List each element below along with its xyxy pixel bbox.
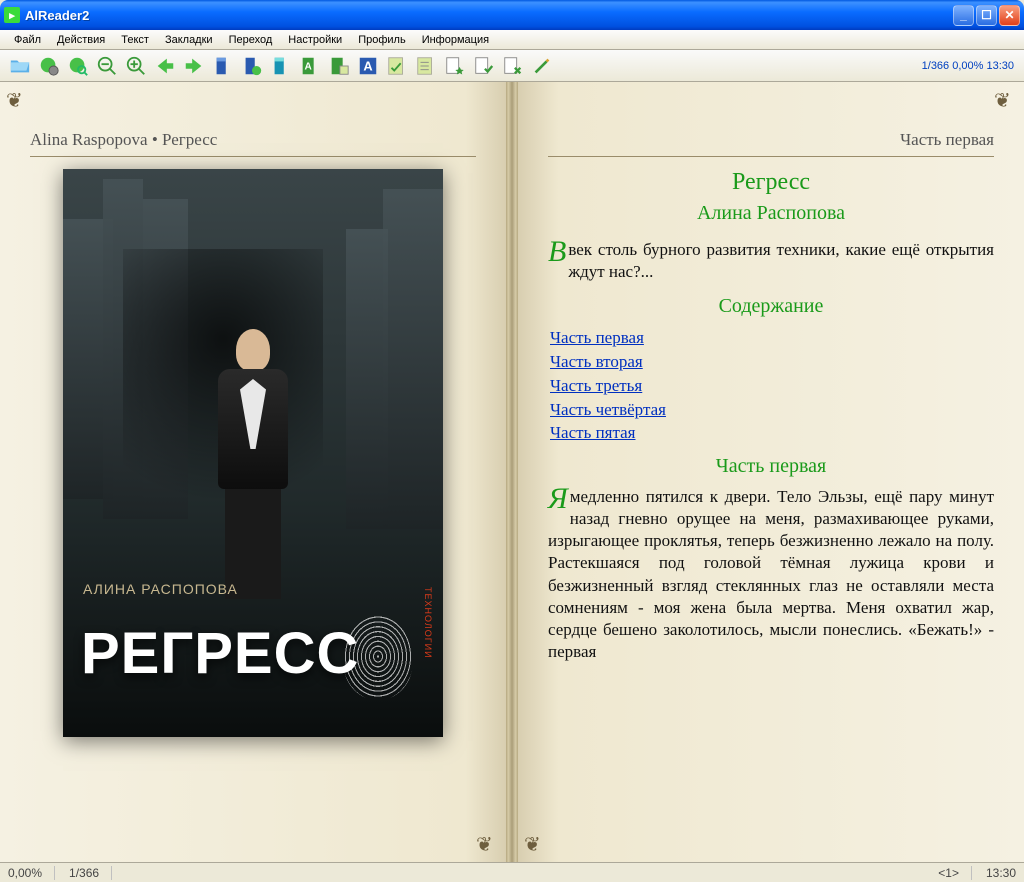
globe-gear-icon[interactable] (35, 52, 63, 80)
dropcap: В (548, 239, 566, 265)
app-title: AlReader2 (25, 8, 953, 23)
pencil-icon[interactable] (528, 52, 556, 80)
toc-link[interactable]: Часть вторая (550, 350, 994, 374)
ornament-icon: ❦ (476, 832, 500, 856)
globe-search-icon[interactable] (64, 52, 92, 80)
left-page: ❦ ❦ Alina Raspopova • Регресс АЛИНА РАСП… (0, 82, 506, 862)
font-a-icon[interactable]: A (354, 52, 382, 80)
menu-goto[interactable]: Переход (221, 32, 281, 48)
ornament-icon: ❦ (6, 88, 30, 112)
status-page: 1/366 (69, 866, 112, 880)
right-page-header: Часть первая (548, 130, 994, 157)
body-paragraph: Я медленно пятился к двери. Тело Эльзы, … (548, 486, 994, 663)
close-button[interactable]: ✕ (999, 5, 1020, 26)
app-icon: ▸ (4, 7, 20, 23)
menu-text[interactable]: Текст (113, 32, 157, 48)
open-folder-icon[interactable] (6, 52, 34, 80)
zoom-out-icon[interactable] (93, 52, 121, 80)
arrow-right-icon[interactable] (180, 52, 208, 80)
section-heading: Часть первая (548, 455, 994, 478)
maximize-button[interactable]: ☐ (976, 5, 997, 26)
doc-x-icon[interactable] (499, 52, 527, 80)
toc-link[interactable]: Часть первая (550, 326, 994, 350)
status-time: 13:30 (986, 866, 1016, 880)
toolbar-status: 1/366 0,00% 13:30 (922, 60, 1018, 72)
zoom-in-icon[interactable] (122, 52, 150, 80)
cover-author: АЛИНА РАСПОПОВА (83, 581, 238, 597)
status-marker: <1> (938, 866, 972, 880)
intro-paragraph: В век столь бурного развития техники, ка… (548, 239, 994, 283)
menu-actions[interactable]: Действия (49, 32, 113, 48)
svg-text:A: A (305, 61, 313, 72)
book-cover: АЛИНА РАСПОПОВА РЕГРЕСС ТЕХНОЛОГИИ (63, 169, 443, 737)
left-page-header: Alina Raspopova • Регресс (30, 130, 476, 157)
cover-side-text: ТЕХНОЛОГИИ (421, 587, 433, 677)
book-title: Регресс (548, 169, 994, 196)
note-icon[interactable] (412, 52, 440, 80)
arrow-left-icon[interactable] (151, 52, 179, 80)
status-percent: 0,00% (8, 866, 55, 880)
menu-bookmarks[interactable]: Закладки (157, 32, 221, 48)
toc-heading: Содержание (548, 295, 994, 318)
bookmark-blue-icon[interactable] (209, 52, 237, 80)
book-spine (506, 82, 518, 862)
intro-text: век столь бурного развития техники, каки… (568, 240, 994, 281)
doc-star-icon[interactable] (441, 52, 469, 80)
svg-text:A: A (363, 58, 372, 73)
status-bar: 0,00% 1/366 <1> 13:30 (0, 862, 1024, 882)
book-author: Алина Распопова (548, 202, 994, 225)
minimize-button[interactable]: _ (953, 5, 974, 26)
table-of-contents: Часть первая Часть вторая Часть третья Ч… (550, 326, 994, 445)
ornament-icon: ❦ (524, 832, 548, 856)
right-page: ❦ ❦ Часть первая Регресс Алина Распопова… (518, 82, 1024, 862)
ornament-icon: ❦ (994, 88, 1018, 112)
dropcap: Я (548, 486, 568, 512)
toc-link[interactable]: Часть третья (550, 374, 994, 398)
title-bar: ▸ AlReader2 _ ☐ ✕ (0, 0, 1024, 30)
menu-file[interactable]: Файл (6, 32, 49, 48)
book-view[interactable]: ❦ ❦ Alina Raspopova • Регресс АЛИНА РАСП… (0, 82, 1024, 862)
fingerprint-icon (343, 614, 413, 699)
cover-title: РЕГРЕСС (81, 620, 359, 687)
body-text: медленно пятился к двери. Тело Эльзы, ещ… (548, 487, 994, 661)
note-check-icon[interactable] (383, 52, 411, 80)
menu-profile[interactable]: Профиль (350, 32, 414, 48)
bookmark-a-icon[interactable]: A (296, 52, 324, 80)
doc-check-icon[interactable] (470, 52, 498, 80)
bookmark-green-icon[interactable] (238, 52, 266, 80)
bookmark-toggle-icon[interactable] (325, 52, 353, 80)
menu-bar: Файл Действия Текст Закладки Переход Нас… (0, 30, 1024, 50)
menu-info[interactable]: Информация (414, 32, 497, 48)
toc-link[interactable]: Часть пятая (550, 421, 994, 445)
menu-settings[interactable]: Настройки (280, 32, 350, 48)
bookmark-cyan-icon[interactable] (267, 52, 295, 80)
toolbar: A A 1/366 0,00% 13:30 (0, 50, 1024, 82)
toc-link[interactable]: Часть четвёртая (550, 398, 994, 422)
